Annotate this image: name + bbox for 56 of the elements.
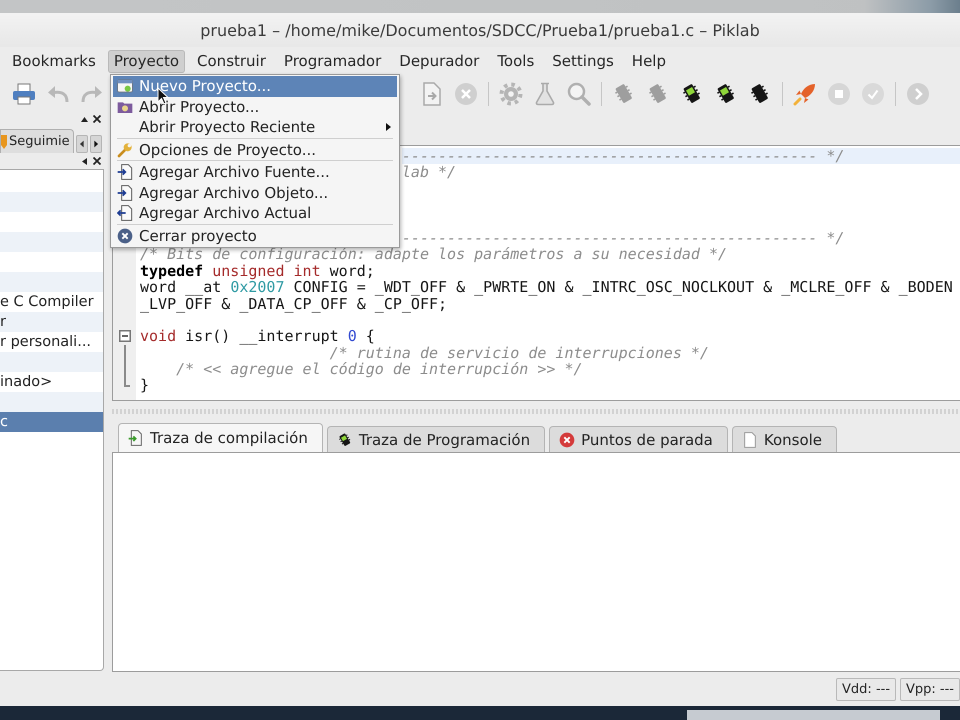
menu-item[interactable]: Agregar Archivo Actual bbox=[113, 203, 397, 224]
panel-tab[interactable]: Traza de Programación bbox=[326, 426, 546, 452]
scroll-right-icon[interactable] bbox=[90, 135, 102, 153]
panel-tab[interactable]: Puntos de parada bbox=[549, 426, 728, 452]
status-field: Vpp: --- bbox=[900, 678, 960, 701]
menu-item[interactable]: Settings bbox=[546, 50, 620, 72]
panel-tab[interactable]: Traza de compilación bbox=[118, 423, 323, 452]
menu-item[interactable]: Help bbox=[626, 50, 672, 72]
small-triangle-icon[interactable] bbox=[81, 158, 88, 164]
file-arrow-icon bbox=[117, 205, 133, 222]
wrench-icon bbox=[117, 142, 133, 158]
small-triangle-icon[interactable] bbox=[81, 116, 88, 122]
menu-item[interactable]: Bookmarks bbox=[6, 50, 102, 72]
window-icon bbox=[117, 78, 133, 94]
rocket-icon[interactable] bbox=[793, 82, 817, 106]
code-line: lab */ bbox=[402, 164, 458, 181]
fold-marker-icon[interactable] bbox=[118, 330, 130, 342]
code-line: ---------------------------------------------- */ bbox=[402, 230, 846, 246]
menu-item[interactable]: Tools bbox=[491, 50, 540, 72]
code-line: typedef unsigned int word; bbox=[139, 262, 375, 280]
code-line: _LVP_OFF & _DATA_CP_OFF & _CP_OFF; bbox=[139, 296, 448, 312]
menu-item[interactable]: Agregar Archivo Objeto... bbox=[113, 182, 397, 203]
list-item[interactable]: r bbox=[0, 312, 103, 332]
status-field: Vdd: --- bbox=[836, 678, 896, 701]
file-arrow-icon bbox=[117, 184, 133, 201]
code-line: /* Bits de configuración: adapte los parámetros a su necesidad */ bbox=[139, 246, 728, 263]
menu-item[interactable]: Abrir Proyecto Reciente bbox=[113, 117, 397, 138]
file-arrow-icon bbox=[117, 164, 133, 180]
panel-tab[interactable]: Seguimie bbox=[0, 129, 74, 153]
printer-icon[interactable] bbox=[12, 82, 36, 106]
code-line: word __at 0x2007 CONFIG = _WDT_OFF & _PWRTE_ON & _INTRC_OSC_NOCLKOUT & _MCLRE_OFF & _BODEN bbox=[139, 279, 954, 296]
panel-tab[interactable]: Konsole bbox=[732, 426, 838, 452]
window-title: prueba1 – /home/mike/Documentos/SDCC/Prueba1/prueba1.c – Piklab bbox=[200, 20, 760, 40]
code-line: /* << agregue el código de interrupción >> */ bbox=[175, 361, 583, 378]
menu-item[interactable]: Proyecto bbox=[108, 50, 186, 72]
list-item[interactable]: c bbox=[0, 412, 103, 432]
document-arrow-icon bbox=[128, 430, 144, 446]
submenu-arrow-icon bbox=[386, 123, 391, 132]
menu-item[interactable]: Depurador bbox=[393, 50, 486, 72]
menu-item[interactable]: Agregar Archivo Fuente... bbox=[113, 162, 397, 182]
code-line: } bbox=[139, 377, 150, 394]
menu-item[interactable]: Construir bbox=[191, 50, 272, 72]
scroll-left-icon[interactable] bbox=[76, 135, 88, 153]
page-icon bbox=[742, 432, 758, 448]
bookmark-icon bbox=[1, 134, 7, 148]
menu-item[interactable]: Nuevo Proyecto... bbox=[113, 76, 397, 96]
code-line: void isr() __interrupt 0 { bbox=[139, 328, 376, 345]
close-icon[interactable] bbox=[93, 115, 101, 123]
close-circle-icon bbox=[117, 228, 133, 244]
circle-x-icon bbox=[559, 432, 576, 448]
menu-item[interactable]: Cerrar proyecto bbox=[113, 226, 397, 246]
chip-icon bbox=[336, 432, 353, 448]
close-icon[interactable] bbox=[93, 157, 101, 165]
menu-item[interactable]: Opciones de Proyecto... bbox=[113, 140, 397, 160]
code-line: /* rutina de servicio de interrupciones */ bbox=[330, 344, 710, 362]
menu-item[interactable]: Programador bbox=[278, 50, 388, 72]
